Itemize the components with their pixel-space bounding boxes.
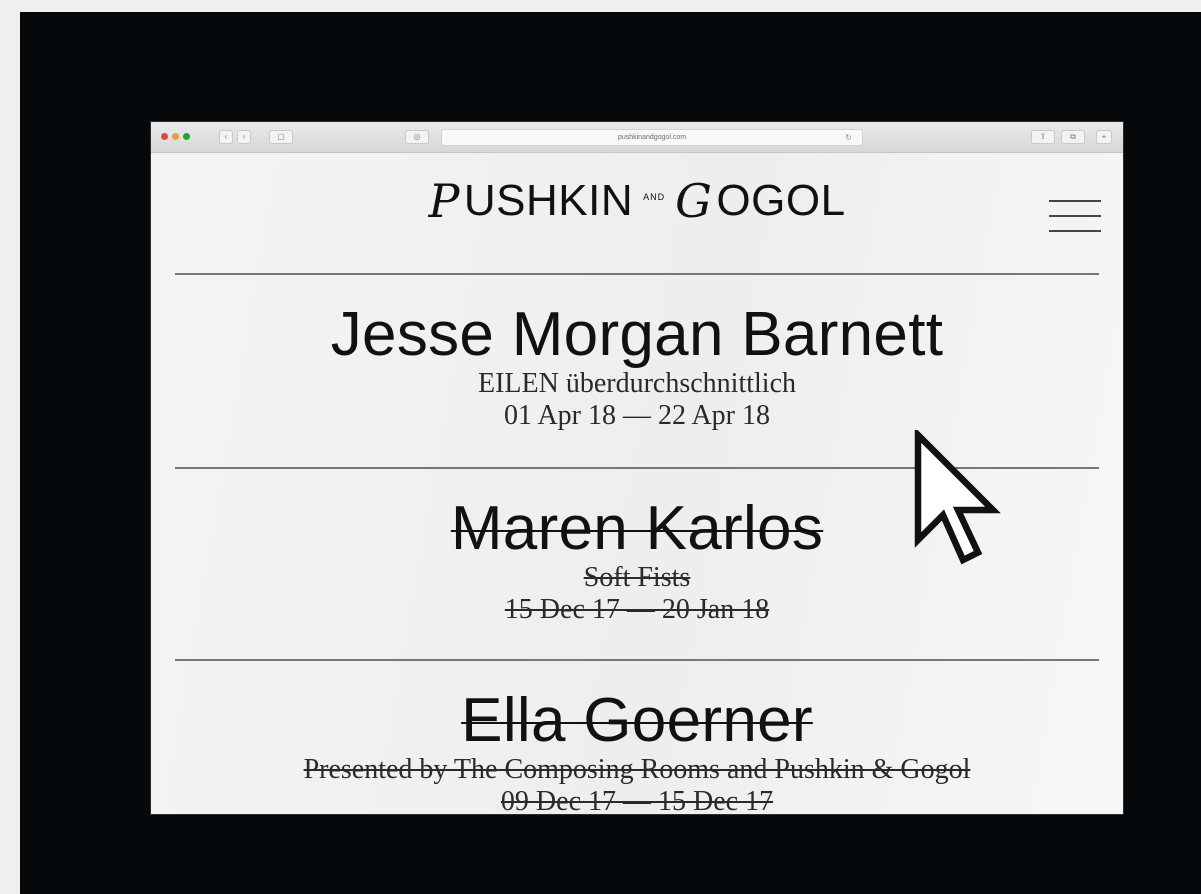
tabs-icon[interactable]: ⧉ — [1061, 130, 1085, 144]
close-window-button[interactable] — [161, 133, 168, 140]
exhibition-dates: 15 Dec 17 — 20 Jan 18 — [504, 594, 770, 625]
sidebar-toggle-icon[interactable]: ▢ — [269, 130, 293, 144]
url-text: pushkinandgogol.com — [617, 134, 687, 141]
logo-right-word: OGOL — [716, 176, 846, 225]
address-bar[interactable]: pushkinandgogol.com ↻ — [441, 129, 863, 146]
artist-name[interactable]: Jesse Morgan Barnett — [151, 302, 1123, 368]
divider — [175, 273, 1099, 275]
exhibition-dates: 09 Dec 17 — 15 Dec 17 — [500, 786, 774, 814]
forward-button[interactable]: › — [237, 130, 251, 144]
browser-toolbar: ‹ › ▢ ◎ pushkinandgogol.com ↻ ⇪ ⧉ + — [151, 122, 1123, 153]
exhibition-item[interactable]: Ella Goerner Presented by The Composing … — [151, 688, 1123, 815]
mouse-pointer-icon — [914, 430, 1001, 565]
dark-frame: ‹ › ▢ ◎ pushkinandgogol.com ↻ ⇪ ⧉ + P US… — [20, 12, 1201, 894]
site-logo[interactable]: P USHKIN AND G OGOL — [151, 174, 1123, 228]
shield-icon[interactable]: ◎ — [405, 130, 429, 144]
artist-name[interactable]: Ella Goerner — [151, 688, 1123, 754]
hamburger-menu-icon[interactable] — [1049, 198, 1101, 234]
new-tab-button[interactable]: + — [1096, 130, 1112, 144]
logo-and: AND — [643, 192, 666, 202]
browser-window: ‹ › ▢ ◎ pushkinandgogol.com ↻ ⇪ ⧉ + P US… — [151, 122, 1123, 814]
exhibition-item[interactable]: Jesse Morgan Barnett EILEN überdurchschn… — [151, 302, 1123, 432]
logo-left-word: USHKIN — [463, 176, 634, 225]
logo-p-ornament: P — [428, 174, 460, 228]
minimize-window-button[interactable] — [172, 133, 179, 140]
logo-g-ornament: G — [675, 174, 713, 228]
back-button[interactable]: ‹ — [219, 130, 233, 144]
exhibition-dates: 01 Apr 18 — 22 Apr 18 — [504, 400, 770, 431]
reload-icon[interactable]: ↻ — [845, 130, 852, 145]
share-icon[interactable]: ⇪ — [1031, 130, 1055, 144]
divider — [175, 659, 1099, 661]
maximize-window-button[interactable] — [183, 133, 190, 140]
exhibition-title: EILEN überdurchschnittlich — [477, 368, 796, 399]
exhibition-title: Presented by The Composing Rooms and Pus… — [303, 754, 971, 785]
